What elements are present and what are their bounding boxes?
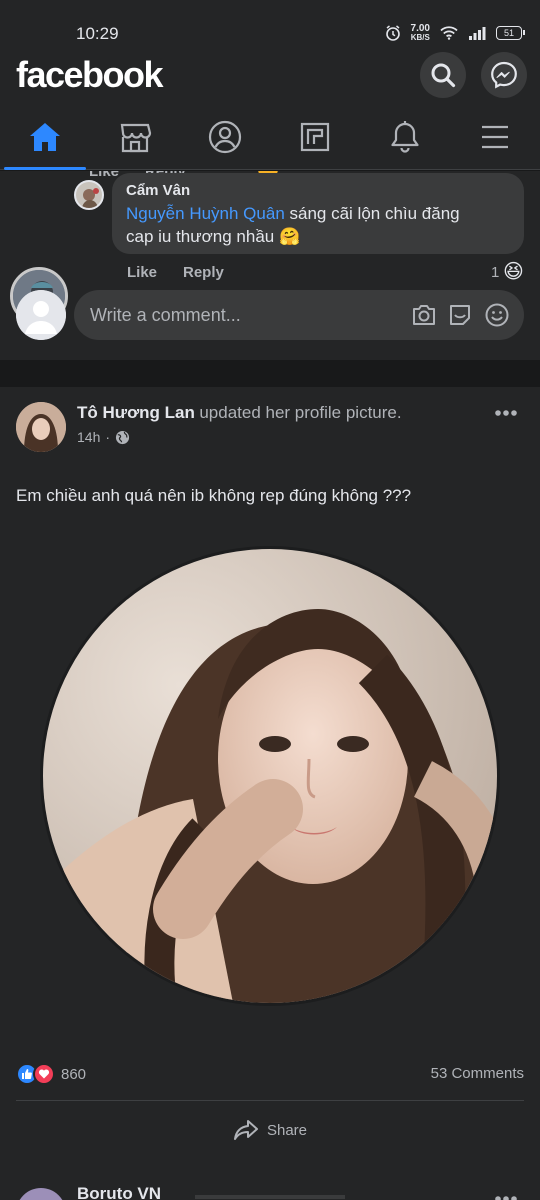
- profile-picture[interactable]: [43, 549, 497, 1003]
- app-bar: facebook: [0, 52, 540, 104]
- network-speed: 7.00 KB/S: [411, 24, 430, 42]
- gif-icon[interactable]: [447, 302, 473, 328]
- share-label: Share: [266, 1121, 308, 1139]
- speed-unit: KB/S: [410, 33, 430, 42]
- alarm-icon: [385, 25, 400, 41]
- mention-link[interactable]: Nguyễn Huỳnh Quân: [126, 204, 285, 223]
- status-icons: 7.00 KB/S 51: [385, 24, 525, 42]
- more-options-icon[interactable]: [494, 409, 518, 417]
- search-button[interactable]: [420, 52, 466, 98]
- reply-reaction-count[interactable]: 1: [491, 264, 499, 281]
- post-header: Tô Hương Lan updated her profile picture…: [77, 403, 402, 423]
- share-icon: [233, 1120, 258, 1140]
- news-feed[interactable]: Like Reply Cẩm Vân Nguyễn Huỳnh Quân sán…: [0, 171, 540, 1200]
- reply-author-avatar[interactable]: [74, 180, 104, 210]
- bell-icon: [391, 121, 419, 153]
- share-button[interactable]: Share: [0, 1101, 540, 1159]
- reply-text-line1: sáng cãi lộn chìu đăng: [284, 204, 460, 223]
- post-author-avatar[interactable]: [16, 402, 66, 452]
- next-post-more-icon[interactable]: [494, 1195, 518, 1200]
- store-icon: [120, 123, 152, 153]
- tab-bar: [0, 104, 540, 170]
- love-reaction-icon: [33, 1063, 55, 1085]
- battery-icon: 51: [496, 26, 525, 40]
- comment-input[interactable]: Write a comment...: [74, 290, 524, 340]
- reply-text-line2: cap iu thương nhầu: [126, 227, 275, 246]
- menu-icon: [482, 125, 508, 149]
- next-post-card: Boruto VN: [0, 1172, 540, 1200]
- pages-icon: [300, 122, 330, 152]
- reply-reaction-emoji: 😆: [503, 261, 524, 283]
- tab-marketplace[interactable]: [90, 104, 180, 170]
- reply-bubble[interactable]: Cẩm Vân Nguyễn Huỳnh Quân sáng cãi lộn c…: [112, 173, 524, 254]
- my-avatar[interactable]: [16, 290, 66, 340]
- reply-like-button[interactable]: Like: [127, 264, 157, 281]
- reply-author-name[interactable]: Cẩm Vân: [126, 182, 510, 199]
- prev-like-button[interactable]: Like: [89, 171, 119, 180]
- comments-count[interactable]: 53 Comments: [431, 1065, 524, 1082]
- battery-level: 51: [503, 28, 514, 38]
- next-post-author[interactable]: Boruto VN: [77, 1184, 161, 1200]
- reply-emoji: 🤗: [278, 227, 301, 246]
- clock: 10:29: [76, 24, 119, 43]
- messenger-icon: [491, 61, 517, 89]
- globe-icon: [115, 430, 130, 444]
- wifi-icon: [440, 26, 458, 40]
- sticker-icon[interactable]: [484, 302, 510, 328]
- post-card: Tô Hương Lan updated her profile picture…: [0, 387, 540, 1187]
- post-meta: 14h ·: [77, 429, 130, 445]
- reply-reply-button[interactable]: Reply: [183, 264, 224, 281]
- comment-input-placeholder: Write a comment...: [90, 305, 241, 325]
- signal-icon: [469, 27, 486, 40]
- post-time[interactable]: 14h: [77, 429, 100, 445]
- reactions-summary[interactable]: 860: [16, 1063, 86, 1085]
- status-bar: 10:29 7.00 KB/S 51: [0, 0, 540, 52]
- tab-home[interactable]: [0, 104, 90, 170]
- camera-icon[interactable]: [411, 303, 437, 327]
- post-action-text: updated her profile picture.: [199, 403, 402, 422]
- post-text: Em chiều anh quá nên ib không rep đúng k…: [16, 486, 412, 505]
- search-icon: [431, 63, 456, 88]
- facebook-logo[interactable]: facebook: [16, 54, 164, 96]
- home-icon: [30, 123, 60, 151]
- reply-text: Nguyễn Huỳnh Quân sáng cãi lộn chìu đăng…: [126, 202, 510, 248]
- tab-notifications[interactable]: [360, 104, 450, 170]
- post-author-name[interactable]: Tô Hương Lan: [77, 403, 195, 422]
- reaction-count: 860: [61, 1065, 87, 1083]
- tab-menu[interactable]: [450, 104, 540, 170]
- comment-thread: Like Reply Cẩm Vân Nguyễn Huỳnh Quân sán…: [0, 171, 540, 360]
- profile-icon: [208, 120, 242, 154]
- next-post-avatar[interactable]: [16, 1188, 66, 1200]
- meta-dot: ·: [105, 429, 111, 445]
- tab-pages[interactable]: [270, 104, 360, 170]
- next-post-header-bar: [195, 1195, 345, 1199]
- tab-profile[interactable]: [180, 104, 270, 170]
- messenger-button[interactable]: [481, 52, 527, 98]
